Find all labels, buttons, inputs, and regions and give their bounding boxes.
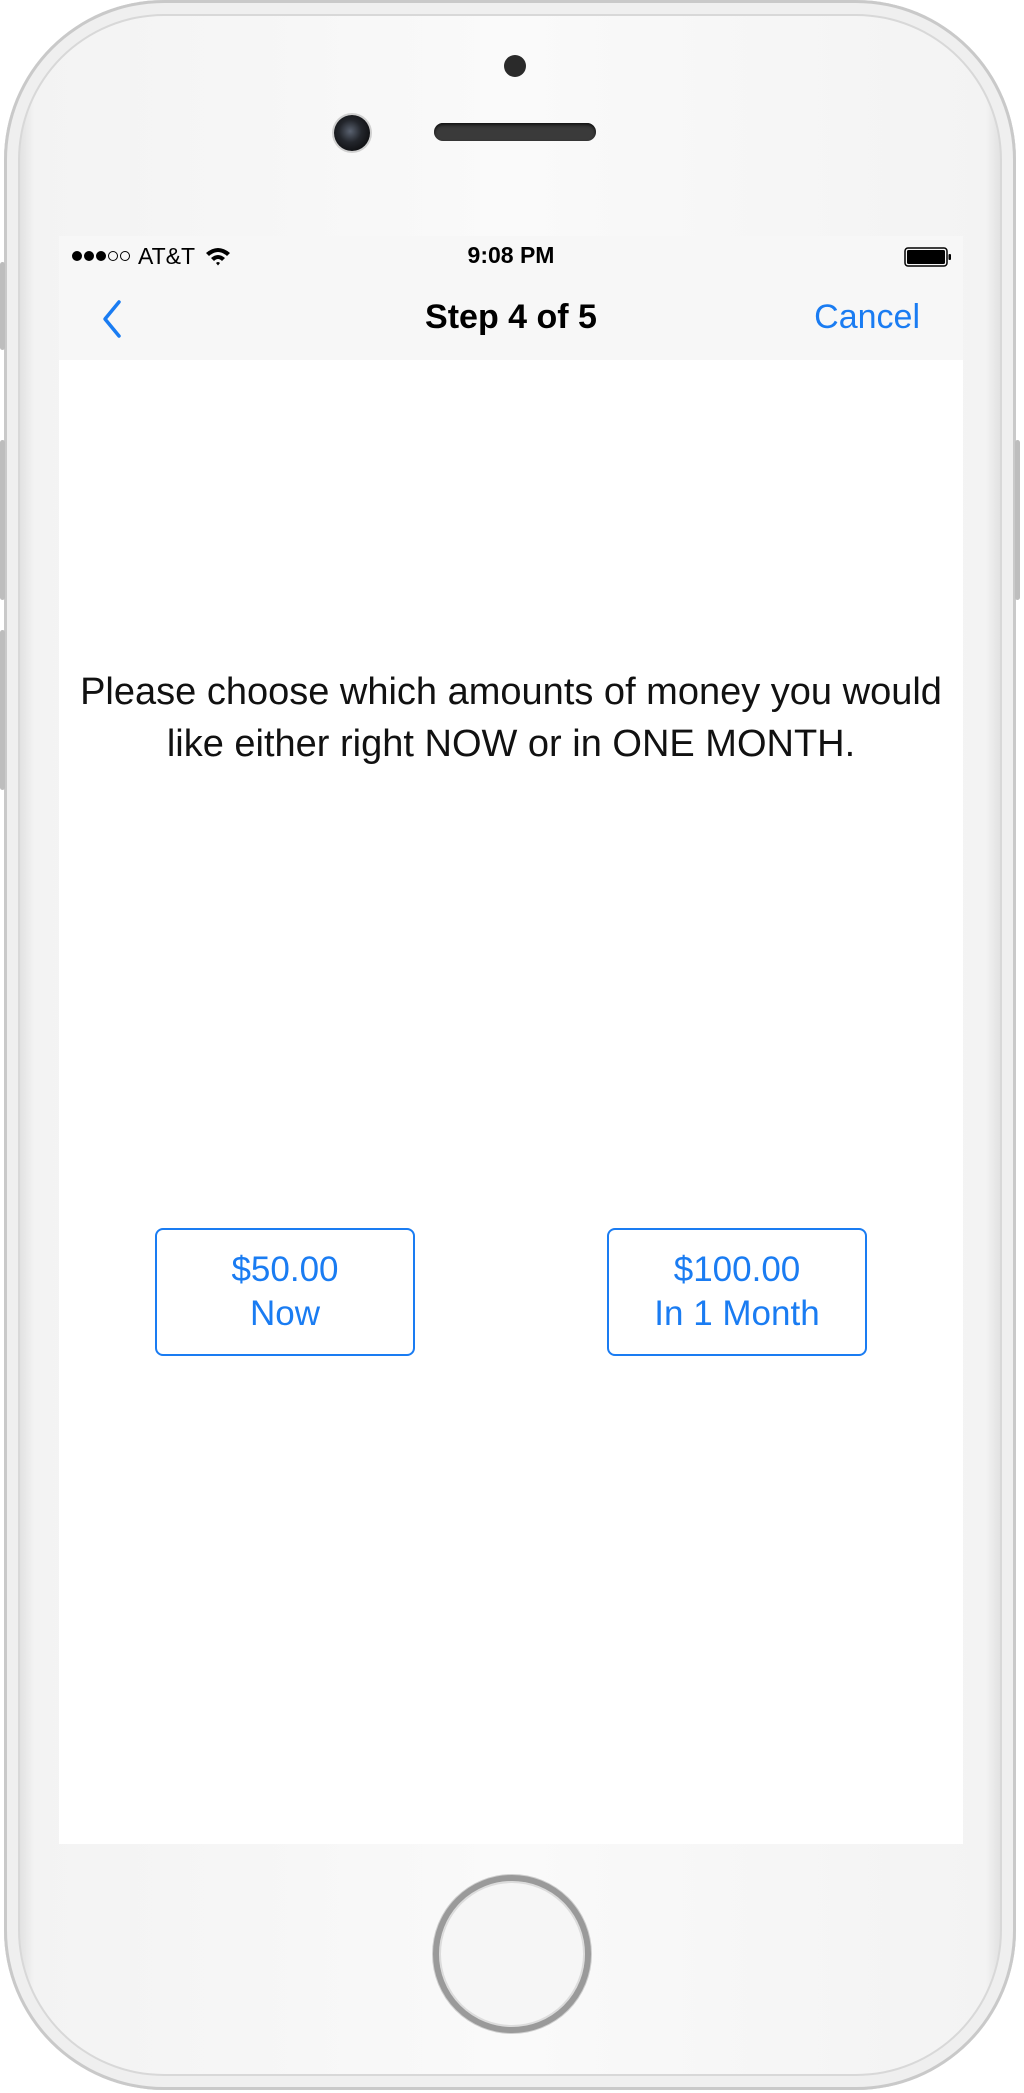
home-button[interactable] <box>433 1875 591 2033</box>
screen: AT&T 9:08 PM Step 4 of 5 Cancel Please c… <box>59 236 963 1844</box>
proximity-sensor <box>504 55 526 77</box>
mute-switch <box>0 262 5 350</box>
volume-up-button <box>0 440 5 600</box>
question-text: Please choose which amounts of money you… <box>80 671 942 765</box>
battery-icon <box>904 247 951 267</box>
clock: 9:08 PM <box>467 242 555 268</box>
cancel-button[interactable]: Cancel <box>814 298 920 337</box>
volume-down-button <box>0 630 5 790</box>
choice-timing: In 1 Month <box>654 1294 820 1333</box>
choice-timing: Now <box>249 1294 321 1333</box>
power-button <box>1015 440 1020 600</box>
navigation-bar: Step 4 of 5 Cancel <box>59 276 963 360</box>
choice-one-month-button[interactable]: $100.00 In 1 Month <box>607 1228 867 1356</box>
front-camera <box>334 115 370 151</box>
choice-now-button[interactable]: $50.00 Now <box>155 1228 415 1356</box>
choice-amount: $50.00 <box>231 1250 339 1289</box>
status-bar: AT&T 9:08 PM <box>59 236 963 276</box>
choice-amount: $100.00 <box>673 1250 801 1289</box>
earpiece-speaker <box>434 123 596 141</box>
